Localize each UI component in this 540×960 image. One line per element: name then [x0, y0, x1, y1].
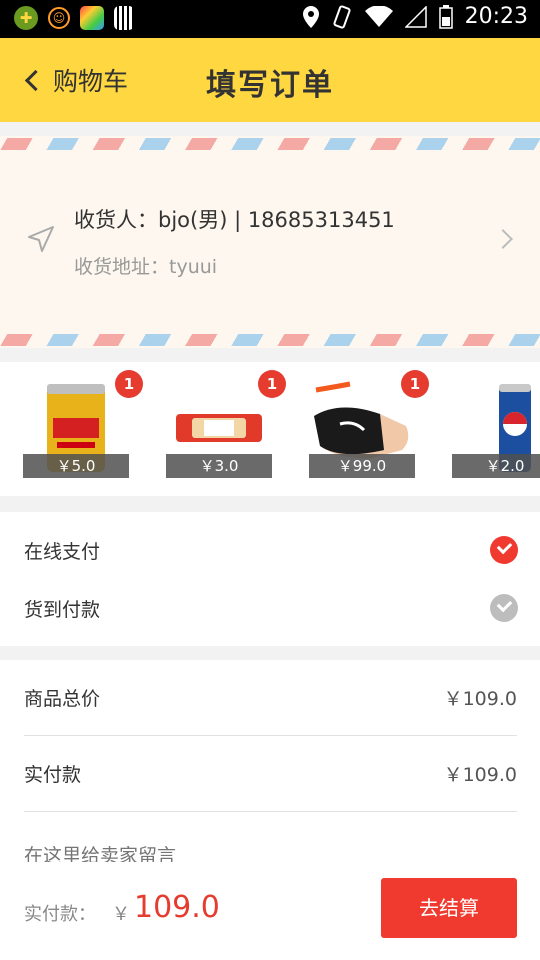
payment-online-option[interactable]: 在线支付: [24, 530, 518, 570]
checkout-bar: 实付款： ￥ 109.0 去结算: [0, 862, 540, 960]
paid-amount-value: ￥109.0: [443, 764, 517, 786]
product-list[interactable]: ￥5.0 1 ￥3.0 1 ￥99.0 1 ￥2.0: [0, 362, 540, 496]
barcode-icon: [114, 6, 134, 30]
wifi-icon: [364, 5, 393, 27]
quantity-badge: 1: [258, 370, 286, 398]
payment-cod-option[interactable]: 货到付款: [24, 588, 518, 628]
navigation-arrow-icon: [28, 226, 54, 252]
product-price: ￥99.0: [309, 454, 415, 478]
unchecked-circle-icon[interactable]: [490, 594, 518, 622]
paid-amount-label: 实付款: [24, 764, 82, 786]
airmail-stripe-bottom: [0, 334, 540, 346]
product-item[interactable]: ￥99.0 1: [309, 370, 429, 482]
bottom-currency: ￥: [112, 904, 130, 925]
battery-icon: [438, 4, 453, 29]
quantity-badge: 1: [115, 370, 143, 398]
quantity-badge: 1: [401, 370, 429, 398]
product-item[interactable]: ￥5.0 1: [23, 370, 143, 482]
shipping-address: 收货地址：tyuui: [74, 256, 218, 278]
product-price: ￥5.0: [23, 454, 129, 478]
product-item[interactable]: ￥3.0 1: [166, 370, 286, 482]
header: 购物车 填写订单: [0, 38, 540, 122]
checkout-button[interactable]: 去结算: [381, 878, 517, 938]
vibrate-icon: [333, 4, 351, 29]
address-card[interactable]: 收货人：bjo(男) | 18685313451 收货地址：tyuui: [0, 136, 540, 348]
chevron-right-icon: [493, 229, 513, 249]
checked-circle-icon[interactable]: [490, 536, 518, 564]
paid-amount-row: 实付款 ￥109.0: [24, 736, 517, 812]
airmail-stripe-top: [0, 138, 540, 150]
product-price: ￥3.0: [166, 454, 272, 478]
page-title: 填写订单: [206, 68, 334, 103]
signal-icon: [404, 5, 427, 28]
goods-total-row: 商品总价 ￥109.0: [24, 660, 517, 736]
app-store-icon: [80, 6, 104, 30]
product-item[interactable]: ￥2.0 1: [452, 372, 540, 482]
app-green-icon: ✚: [14, 6, 38, 30]
bottom-paid-amount: 109.0: [134, 890, 220, 925]
status-bar: ✚ ☺ 20:23: [0, 0, 540, 38]
status-system: 20:23: [302, 4, 528, 29]
status-time: 20:23: [464, 4, 528, 29]
recipient-info: 收货人：bjo(男) | 18685313451: [74, 208, 395, 232]
goods-total-value: ￥109.0: [443, 688, 517, 710]
status-notifications: ✚ ☺: [14, 6, 134, 30]
goods-total-label: 商品总价: [24, 688, 101, 710]
bottom-paid-label: 实付款：: [24, 904, 96, 925]
payment-online-label: 在线支付: [24, 540, 101, 563]
payment-methods: 在线支付 货到付款: [0, 512, 540, 646]
product-price: ￥2.0: [452, 454, 540, 478]
location-icon: [302, 5, 319, 28]
app-face-icon: ☺: [48, 7, 70, 29]
payment-cod-label: 货到付款: [24, 598, 101, 621]
